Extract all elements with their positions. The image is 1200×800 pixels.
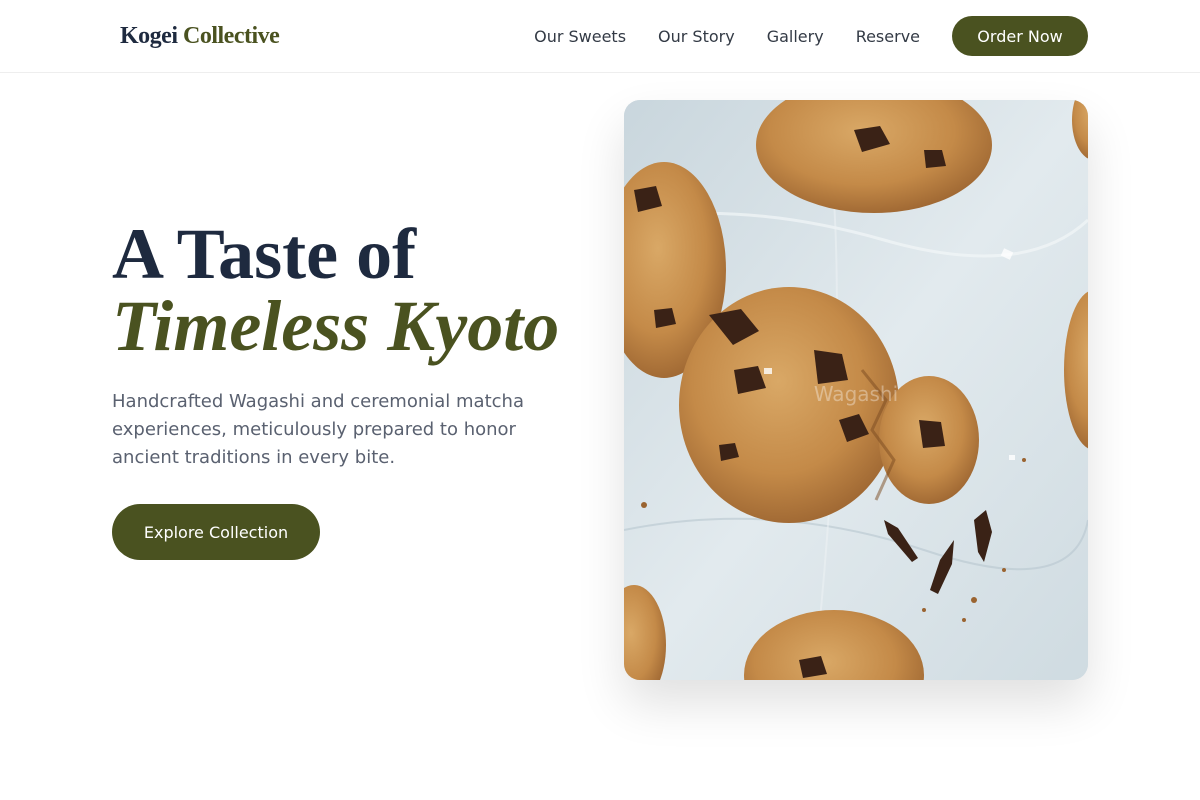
- hero-image: Wagashi: [624, 100, 1088, 680]
- brand-logo[interactable]: Kogei Collective: [120, 21, 280, 51]
- explore-collection-button[interactable]: Explore Collection: [112, 504, 320, 560]
- brand-name-primary: Kogei: [120, 23, 178, 49]
- nav-link-reserve[interactable]: Reserve: [856, 27, 920, 46]
- site-header: Kogei Collective Our Sweets Our Story Ga…: [0, 0, 1200, 73]
- hero-title: A Taste of Timeless Kyoto: [112, 218, 559, 362]
- image-watermark: Wagashi: [813, 382, 899, 406]
- order-now-button[interactable]: Order Now: [952, 16, 1088, 56]
- hero-title-line2: Timeless Kyoto: [112, 286, 560, 366]
- nav-link-gallery[interactable]: Gallery: [767, 27, 824, 46]
- nav-link-our-story[interactable]: Our Story: [658, 27, 735, 46]
- hero-description: Handcrafted Wagashi and ceremonial match…: [112, 391, 524, 468]
- nav-link-our-sweets[interactable]: Our Sweets: [534, 27, 626, 46]
- hero-title-line1: A Taste of: [112, 214, 417, 294]
- brand-name-secondary: Collective: [183, 23, 280, 49]
- main-nav: Our Sweets Our Story Gallery Reserve Ord…: [534, 16, 1088, 56]
